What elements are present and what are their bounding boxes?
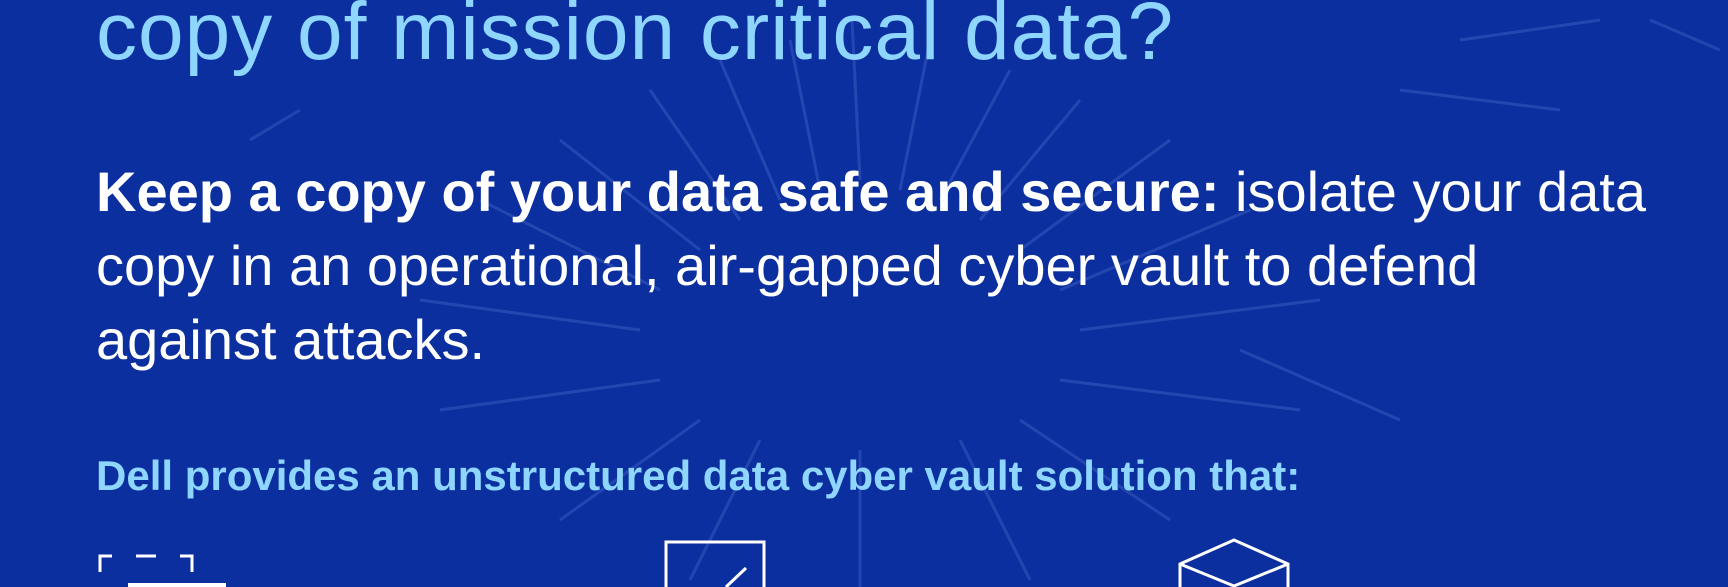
cube-icon [1178, 538, 1290, 587]
solution-heading: Dell provides an unstructured data cyber… [96, 452, 1301, 499]
intro-paragraph: Keep a copy of your data safe and secure… [96, 155, 1656, 377]
page-heading: copy of mission critical data? [96, 0, 1175, 77]
edit-square-icon [664, 540, 766, 587]
intro-bold-lead: Keep a copy of your data safe and secure… [96, 160, 1220, 223]
scan-frame-icon [98, 554, 226, 587]
